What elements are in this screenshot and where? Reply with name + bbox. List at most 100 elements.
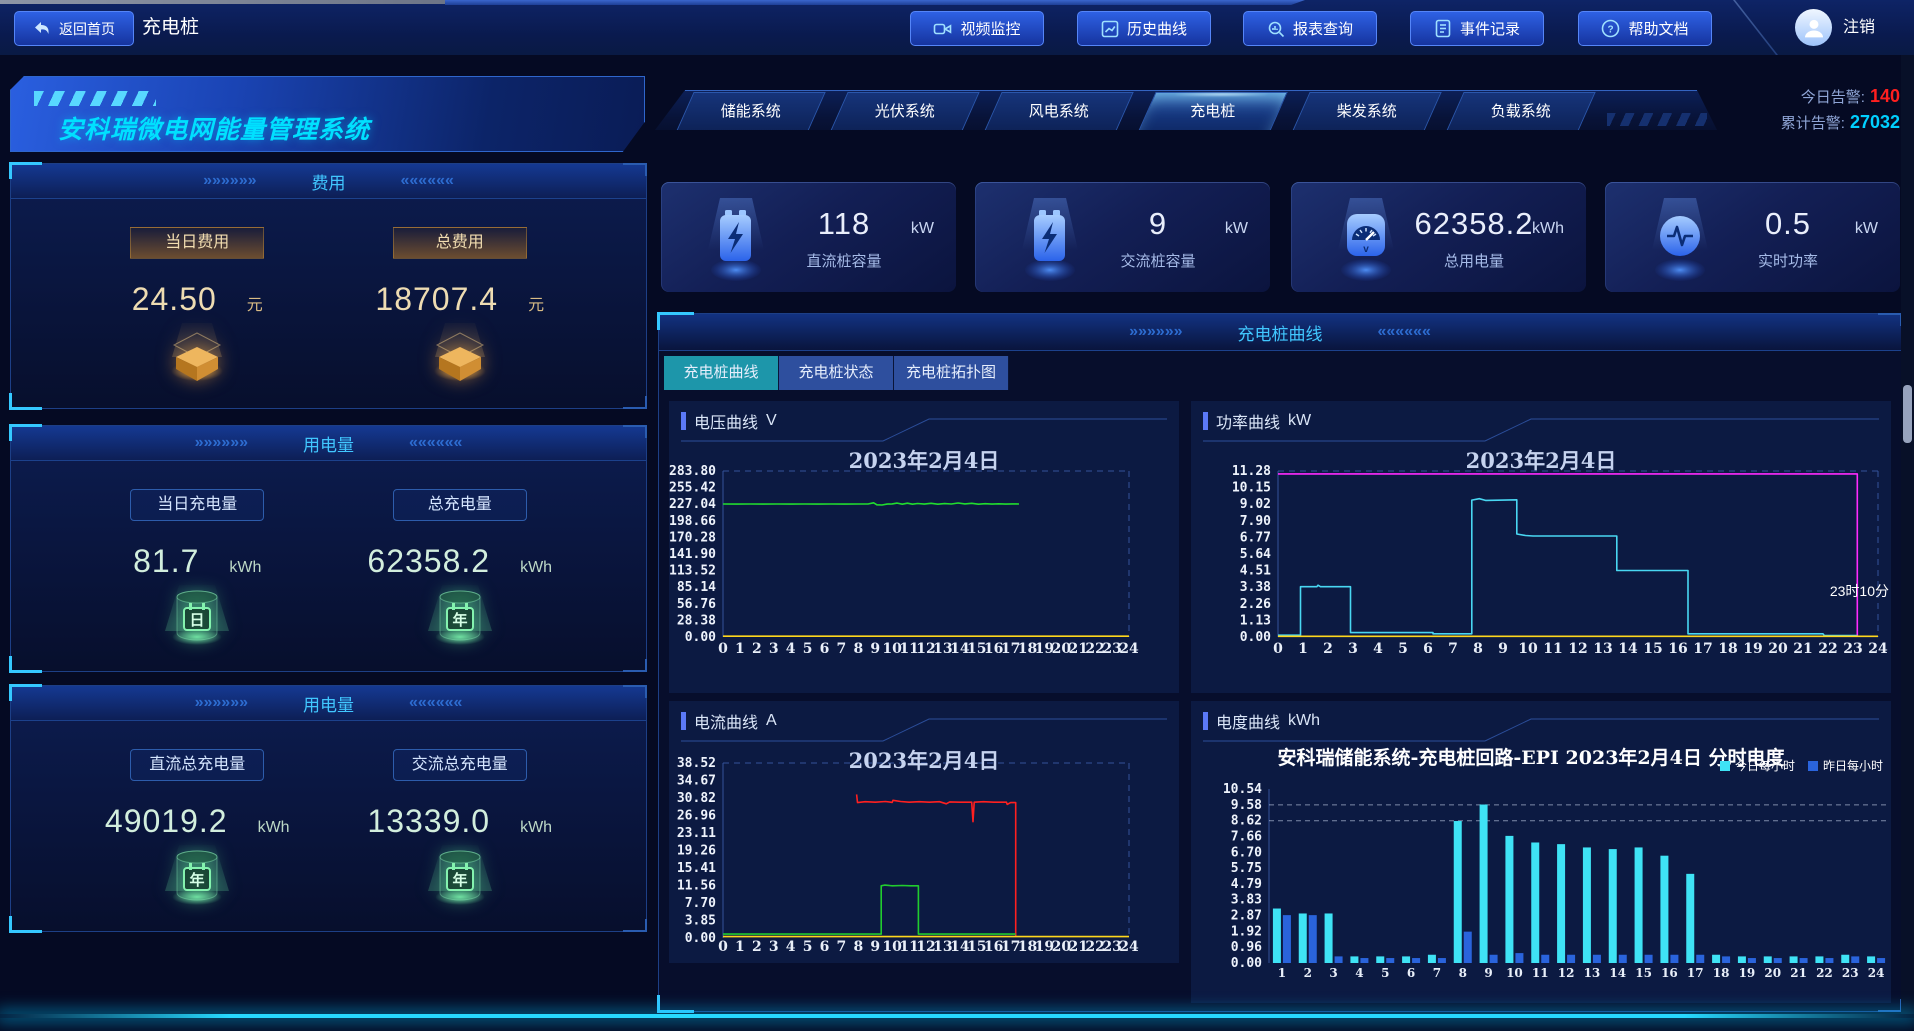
tab-wind-system[interactable]: 风电系统 [984,92,1133,131]
tab-storage-system[interactable]: 储能系统 [676,92,825,131]
svg-text:9: 9 [1484,966,1492,980]
svg-text:7.70: 7.70 [685,896,716,911]
alarm-today-label: 今日告警: [1801,89,1865,106]
chevrons-right-icon [203,172,256,190]
svg-text:5: 5 [1398,641,1408,657]
card-total-energy: v 62358.2 kWh 总用电量 [1291,182,1586,292]
chart-tooltip: 23时10分 [1830,581,1889,601]
power-chart[interactable]: 功率曲线 kW 2023年2月4日 23时10分 11.2810.159.027… [1191,401,1891,693]
svg-text:3.83: 3.83 [1231,893,1262,908]
svg-text:6.70: 6.70 [1231,845,1262,860]
svg-text:3: 3 [769,939,779,955]
top-navbar: 返回首页 充电桩 视频监控 历史曲线 报表查询 事件记录 [0,0,1914,55]
svg-text:3: 3 [1329,966,1337,980]
alarm-today-row: 今日告警:140 [1650,84,1900,110]
svg-text:8: 8 [1459,966,1467,980]
svg-text:8: 8 [1473,641,1483,657]
panel-cost-title: 费用 [312,169,346,194]
avatar[interactable] [1795,9,1832,46]
tab-pile-topology[interactable]: 充电桩拓扑图 [894,356,1009,390]
svg-text:0.00: 0.00 [685,931,716,946]
chrome-strip [0,0,445,4]
svg-text:1.92: 1.92 [1231,924,1262,939]
svg-text:5: 5 [1381,966,1389,980]
svg-text:2.26: 2.26 [1240,597,1271,612]
voltage-chart[interactable]: 电压曲线 V 2023年2月4日 283.80255.42227.04198.6… [669,401,1179,693]
event-log-icon [1434,19,1452,38]
svg-text:0.00: 0.00 [1231,956,1262,971]
tab-label: 负载系统 [1456,93,1586,131]
chart-unit: V [766,412,777,430]
svg-text:85.14: 85.14 [677,580,716,595]
svg-text:19.26: 19.26 [677,844,716,859]
chart-tab-bar: 充电桩曲线 充电桩状态 充电桩拓扑图 [664,356,1009,390]
svg-text:19: 19 [1739,966,1756,980]
chevrons-left-icon [401,172,454,190]
svg-text:14: 14 [1618,641,1638,657]
report-search-button[interactable]: 报表查询 [1243,11,1377,46]
stat-label: 当日费用 [130,227,264,259]
logout-button[interactable]: 注销 [1843,0,1875,55]
svg-text:9.02: 9.02 [1240,497,1271,512]
video-monitor-button[interactable]: 视频监控 [910,11,1044,46]
help-doc-label: 帮助文档 [1628,18,1688,39]
svg-text:4: 4 [1355,966,1363,980]
svg-text:6: 6 [1423,641,1433,657]
tab-load-system[interactable]: 负载系统 [1446,92,1595,131]
alarm-total-value: 27032 [1850,112,1900,132]
back-home-button[interactable]: 返回首页 [14,11,134,46]
stat-label: 当日充电量 [130,489,264,521]
current-chart[interactable]: 电流曲线 A 2023年2月4日 38.5234.6730.8226.9623.… [669,701,1179,963]
svg-text:10.15: 10.15 [1232,481,1271,496]
stat-value: 13339.0 [367,803,490,840]
alarm-summary: 今日告警:140 累计告警:27032 [1650,84,1900,136]
svg-text:2: 2 [1304,966,1312,980]
panel-dc-ac-energy-header: 用电量 [11,686,646,721]
pulse-icon [1649,198,1711,286]
svg-text:5: 5 [803,939,813,955]
stat-label: 总充电量 [393,489,527,521]
stat-value: 49019.2 [105,803,228,840]
history-curve-button[interactable]: 历史曲线 [1077,11,1211,46]
tab-pile-status[interactable]: 充电桩状态 [779,356,894,390]
svg-text:1: 1 [735,939,745,955]
tab-pv-system[interactable]: 光伏系统 [830,92,979,131]
svg-text:4: 4 [1373,641,1383,657]
svg-text:9: 9 [870,939,880,955]
svg-text:19: 19 [1743,641,1762,657]
legend-yesterday-label[interactable]: 昨日每小时 [1823,757,1883,774]
stat-unit: kWh [520,559,552,577]
corner-decoration [623,396,647,409]
svg-text:15.41: 15.41 [677,861,716,876]
scrollbar-thumb[interactable] [1903,385,1912,443]
tab-diesel-system[interactable]: 柴发系统 [1292,92,1441,131]
svg-text:7.90: 7.90 [1240,514,1271,529]
svg-text:6: 6 [1407,966,1415,980]
chevrons-left-icon [409,694,462,712]
svg-text:10.54: 10.54 [1223,782,1262,797]
tab-charging-pile[interactable]: 充电桩 [1138,92,1287,131]
svg-text:?: ? [1608,24,1614,35]
chevrons-right-icon [195,694,248,712]
scrollbar-track[interactable] [1901,55,1914,1014]
chart-title: 电流曲线 [694,709,758,733]
legend-today-label[interactable]: 今日每小时 [1735,757,1795,774]
event-log-button[interactable]: 事件记录 [1410,11,1544,46]
stat-label: 交流总充电量 [393,749,527,781]
help-doc-button[interactable]: ? 帮助文档 [1578,11,1712,46]
charging-curves-header: 充电桩曲线 [659,314,1901,351]
chart-unit: A [766,712,777,730]
svg-text:8.62: 8.62 [1231,814,1262,829]
svg-text:1.13: 1.13 [1240,613,1271,628]
svg-text:0: 0 [1273,641,1283,657]
stat-unit: kWh [258,819,290,837]
svg-text:23: 23 [1842,966,1859,980]
stat-value: 62358.2 [367,543,490,580]
svg-text:6: 6 [820,641,830,657]
svg-text:12: 12 [1568,641,1587,657]
energy-chart[interactable]: 电度曲线 kWh 安科瑞储能系统-充电桩回路-EPI 2023年2月4日 分时电… [1191,701,1891,1003]
chart-date: 2023年2月4日 [1191,445,1891,475]
stat-daily-charge: 当日充电量 81.7kWh 日 [87,461,307,647]
card-value: 0.5 [1713,206,1863,242]
tab-pile-curves[interactable]: 充电桩曲线 [664,356,779,390]
